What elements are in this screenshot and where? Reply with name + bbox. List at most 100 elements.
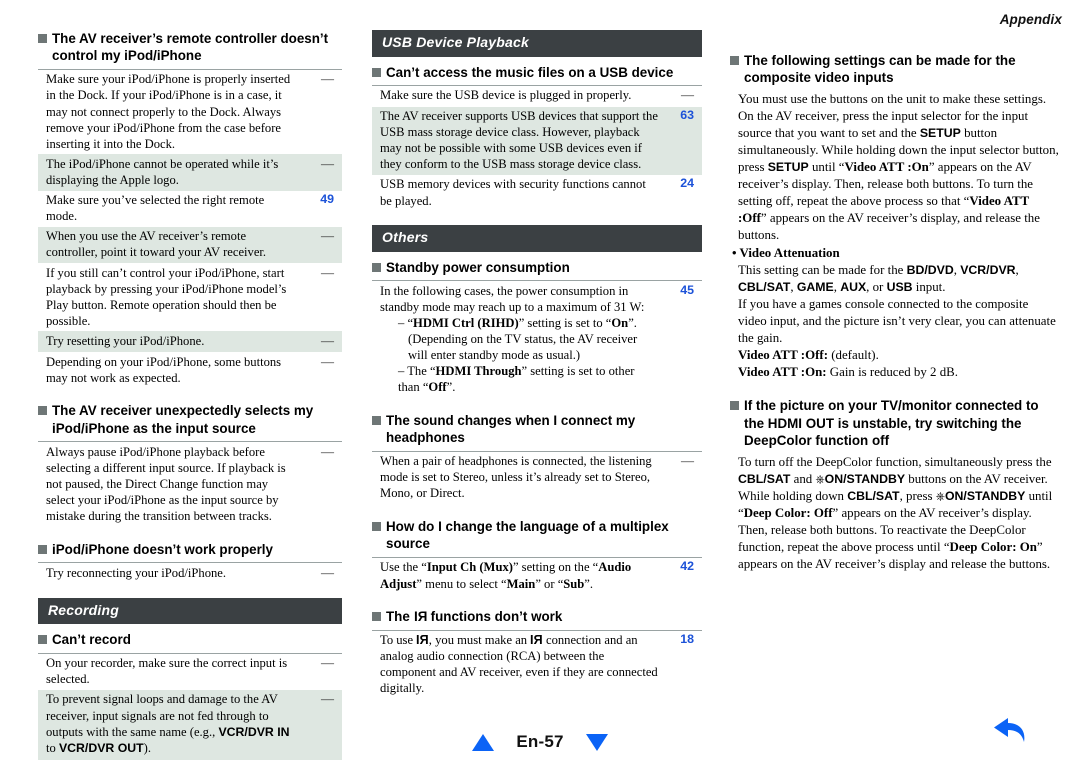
question-heading-text: Can’t access the music files on a USB de…: [386, 64, 674, 80]
page-reference: —: [321, 71, 334, 87]
answer-line: In the following cases, the power consum…: [380, 283, 645, 314]
page-reference: —: [321, 353, 334, 369]
triangle-down-icon[interactable]: [585, 733, 608, 751]
answer-text: When you use the AV receiver’s remote co…: [46, 229, 267, 260]
power-symbol-icon: ⎈: [935, 488, 945, 503]
page-reference-link[interactable]: 42: [664, 557, 702, 594]
answer-text: Depending on your iPod/iPhone, some butt…: [46, 354, 282, 385]
question-heading-text: If the picture on your TV/monitor connec…: [744, 398, 1039, 449]
bold-term-input: GAME: [796, 280, 834, 295]
answer-sub-item: – “HDMI Ctrl (RIHD)” setting is set to “…: [380, 315, 658, 331]
question-heading-text: The AV receiver’s remote controller does…: [52, 31, 329, 64]
question-heading-multiplex-language: How do I change the language of a multip…: [372, 518, 702, 553]
text-part: To turn off the DeepColor function, simu…: [738, 454, 1052, 469]
running-header: Appendix: [999, 12, 1062, 27]
bold-term-input: CBL/SAT: [738, 280, 791, 295]
paragraph-video-att-on: Video ATT :On: Gain is reduced by 2 dB.: [730, 364, 1060, 381]
page-reference-link[interactable]: 63: [664, 107, 702, 175]
power-symbol-icon: ⎈: [815, 471, 825, 486]
text-part: until “: [808, 159, 845, 174]
square-bullet-icon: [372, 522, 381, 532]
bold-term: Sub: [563, 576, 585, 591]
text-part: – The “: [398, 364, 436, 379]
question-heading-remote-control: The AV receiver’s remote controller does…: [38, 30, 342, 65]
answer-sub-item: – The “HDMI Through” setting is set to o…: [380, 363, 658, 395]
column-2: USB Device Playback Can’t access the mus…: [360, 30, 720, 704]
table-row: If you still can’t control your iPod/iPh…: [38, 263, 342, 331]
table-row: Depending on your iPod/iPhone, some butt…: [38, 352, 342, 388]
text-part: , or: [866, 280, 887, 295]
triangle-up-icon[interactable]: [472, 733, 495, 751]
question-heading-text: The sound changes when I connect my head…: [386, 412, 636, 446]
text-part: – “: [398, 315, 414, 330]
answer-table-standby-power: In the following cases, the power consum…: [372, 280, 702, 398]
table-row: Make sure your iPod/iPhone is properly i…: [38, 69, 342, 154]
answer-text: On your recorder, make sure the correct …: [46, 656, 288, 687]
page-reference-link[interactable]: 49: [304, 191, 342, 227]
question-heading-text: iPod/iPhone doesn’t work properly: [52, 541, 273, 557]
paragraph-deepcolor-procedure: To turn off the DeepColor function, simu…: [730, 454, 1060, 573]
bold-term-standby: ON/STANDBY: [944, 488, 1026, 503]
table-row: Make sure the USB device is plugged in p…: [372, 85, 702, 106]
table-row: Make sure you’ve selected the right remo…: [38, 191, 342, 227]
bold-term: Video ATT :Off:: [738, 348, 828, 363]
table-row: The iPod/iPhone cannot be operated while…: [38, 154, 342, 191]
answer-text: Make sure you’ve selected the right remo…: [46, 193, 265, 224]
page-reference: —: [681, 87, 694, 103]
answer-table-multiplex-language: Use the “Input Ch (Mux)” setting on the …: [372, 556, 702, 594]
text-part: ” or “: [535, 576, 564, 591]
question-heading-unexpected-input: The AV receiver unexpectedly selects my …: [38, 402, 342, 437]
square-bullet-icon: [372, 415, 381, 425]
text-part: ”.: [628, 315, 637, 330]
paragraph-video-att-procedure: On the AV receiver, press the input sele…: [730, 108, 1060, 244]
question-heading-usb-access: Can’t access the music files on a USB de…: [372, 64, 702, 81]
back-button[interactable]: [988, 714, 1030, 754]
answer-text: Try reconnecting your iPod/iPhone.: [46, 565, 227, 580]
bold-term-input: AUX: [840, 280, 867, 295]
text-part: ”.: [584, 576, 594, 591]
page-reference-link[interactable]: 24: [664, 175, 702, 211]
answer-text: Try resetting your iPod/iPhone.: [46, 333, 205, 348]
bold-term-input: CBL/SAT: [847, 488, 900, 503]
answer-text-rich: In the following cases, the power consum…: [372, 281, 664, 398]
text-part: This setting can be made for the: [738, 263, 907, 278]
bold-term-input: BD/DVD: [906, 263, 954, 278]
answer-text: Make sure your iPod/iPhone is properly i…: [46, 72, 291, 151]
text-part: and: [790, 471, 816, 486]
subsection-video-attenuation: • Video Attenuation: [732, 246, 840, 261]
paragraph-use-unit-buttons: You must use the buttons on the unit to …: [738, 91, 1047, 106]
text-part: To use: [380, 633, 417, 648]
page-reference: —: [321, 155, 334, 171]
text-part: functions don’t work: [426, 609, 563, 625]
text-part: Gain is reduced by 2 dB.: [826, 365, 958, 380]
table-row: Use the “Input Ch (Mux)” setting on the …: [372, 557, 702, 594]
question-heading-deepcolor: If the picture on your TV/monitor connec…: [730, 397, 1060, 449]
question-heading-text: Can’t record: [52, 632, 131, 648]
square-bullet-icon: [372, 67, 381, 77]
answer-sub-note: (Depending on the TV status, the AV rece…: [408, 331, 638, 363]
answer-text: If you still can’t control your iPod/iPh…: [46, 265, 287, 328]
page-reference-link[interactable]: 45: [664, 281, 702, 398]
question-heading-composite-video-settings: The following settings can be made for t…: [730, 52, 1060, 87]
text-part: Use the “: [380, 560, 427, 575]
bold-term: On: [611, 315, 629, 330]
text-part: ”.: [446, 380, 456, 395]
answer-text-rich: Use the “Input Ch (Mux)” setting on the …: [372, 557, 664, 594]
question-heading-cant-record: Can’t record: [38, 631, 342, 648]
ri-logo-icon: RI: [416, 633, 429, 648]
table-row: Try reconnecting your iPod/iPhone. —: [38, 563, 342, 584]
section-header-recording: Recording: [38, 597, 342, 625]
square-bullet-icon: [730, 56, 739, 65]
bold-term: Deep Color: Off: [743, 505, 833, 520]
page-reference: —: [681, 453, 694, 469]
text-part: ” appears on the AV receiver’s display, …: [738, 211, 1040, 243]
bold-term-input: CBL/SAT: [738, 471, 791, 486]
bold-term-input: USB: [886, 280, 913, 295]
square-bullet-icon: [730, 401, 739, 411]
answer-table-unexpected-input: Always pause iPod/iPhone playback before…: [38, 441, 342, 527]
answer-table-ri-functions: To use RI, you must make an RI connectio…: [372, 629, 702, 699]
square-bullet-icon: [372, 612, 381, 622]
page-reference-link[interactable]: 18: [664, 630, 702, 699]
answer-text: USB memory devices with security functio…: [380, 177, 646, 208]
page-number-label: En-57: [516, 732, 564, 751]
